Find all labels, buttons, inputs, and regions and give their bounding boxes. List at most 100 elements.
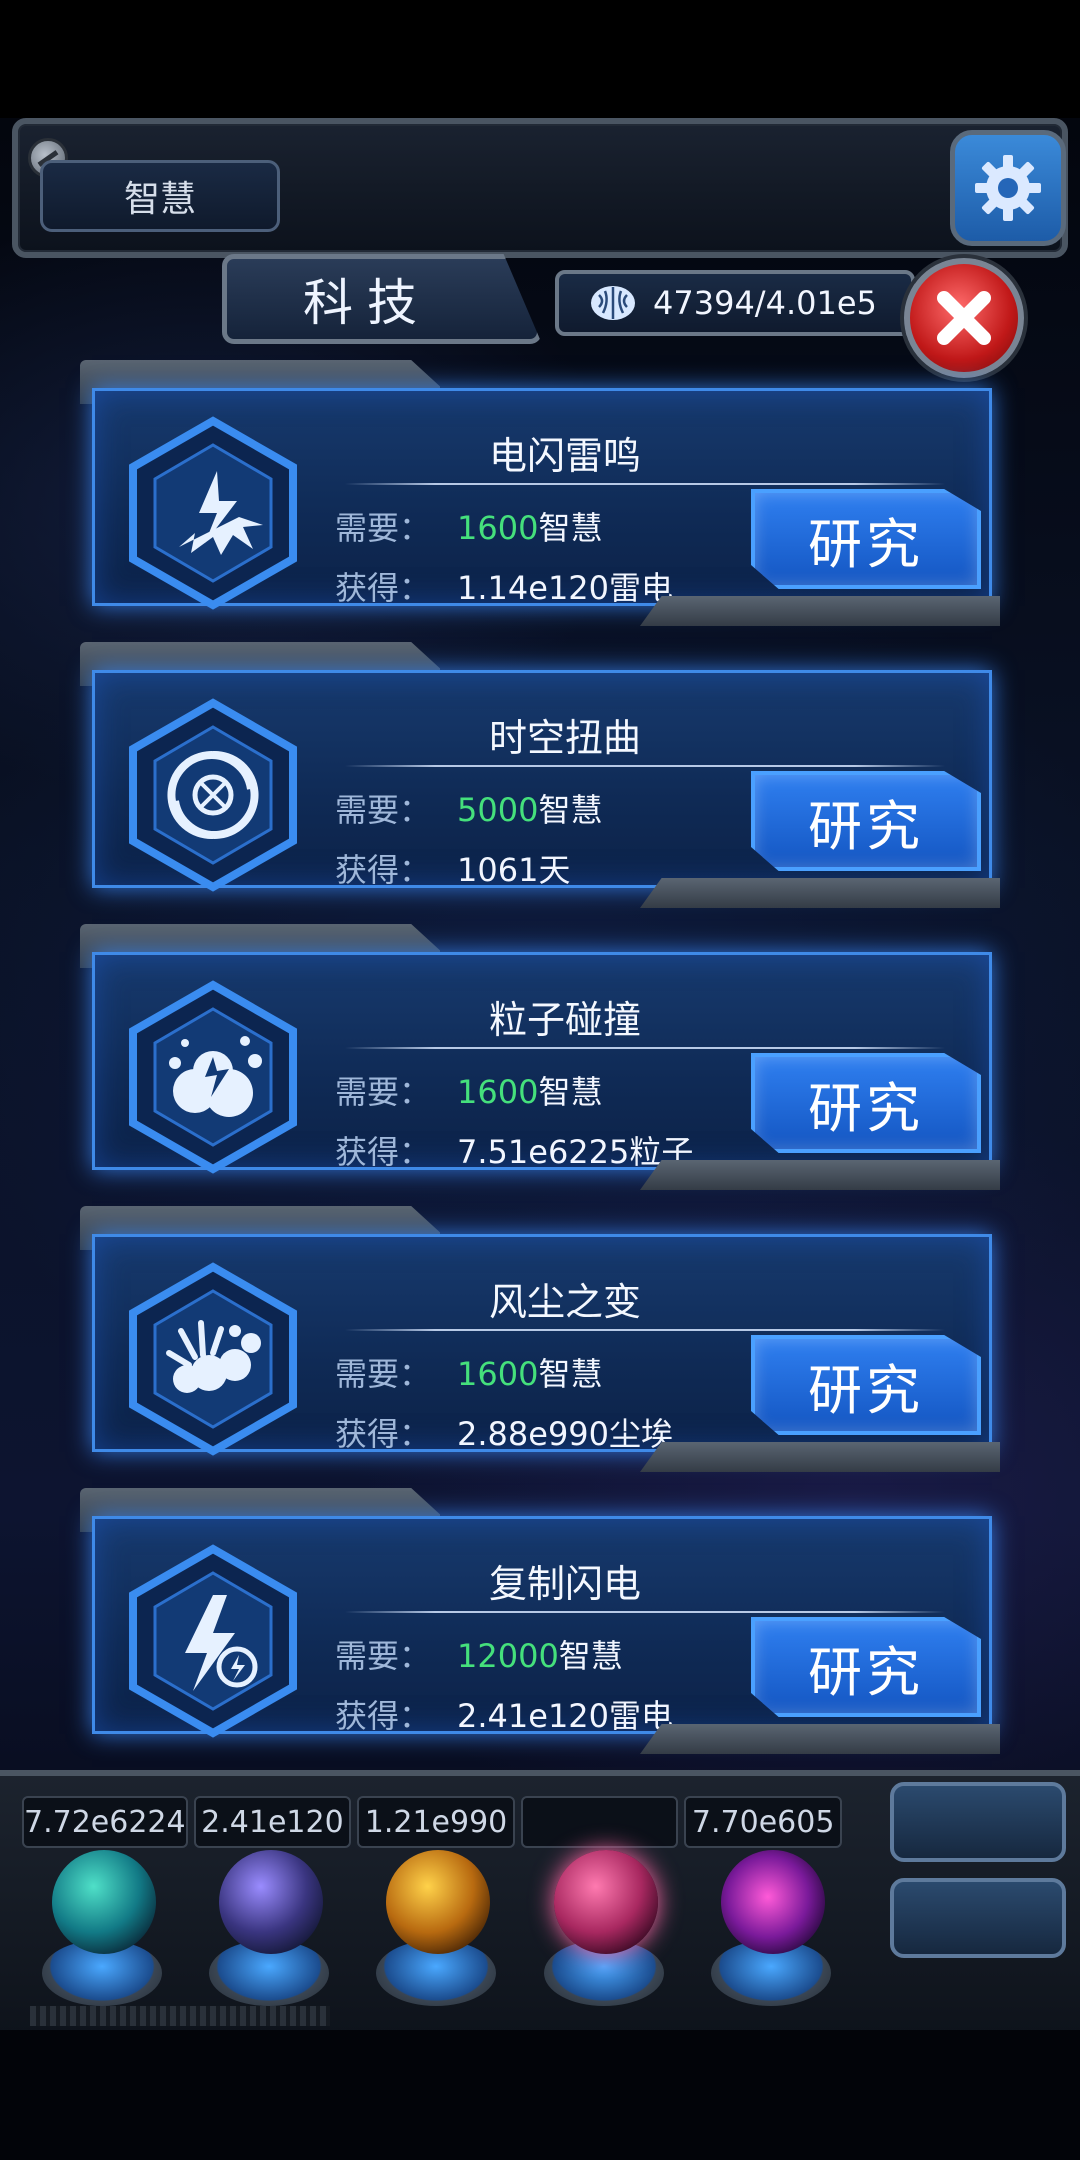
resource-value: 7.72e6224 <box>22 1796 188 1848</box>
research-button[interactable]: 研究 <box>751 771 981 871</box>
reward-value: 1061天 <box>457 851 571 889</box>
reward-row: 获得： 7.51e6225粒子 <box>335 1127 693 1173</box>
card-body: 风尘之变 需要： 1600智慧 获得： 2.88e990尘埃 研究 <box>92 1234 992 1456</box>
cost-unit: 智慧 <box>538 1073 603 1111</box>
card-body: 复制闪电 需要： 12000智慧 获得： 2.41e120雷电 研究 <box>92 1516 992 1738</box>
research-button[interactable]: 研究 <box>751 1335 981 1435</box>
close-icon <box>937 291 991 345</box>
tech-card: 时空扭曲 需要： 5000智慧 获得： 1061天 研究 <box>80 642 1000 908</box>
resource-value: 7.70e605 <box>684 1796 842 1848</box>
tech-name: 粒子碰撞 <box>488 998 641 1042</box>
reward-value: 2.88e990尘埃 <box>457 1415 674 1453</box>
tech-card: 粒子碰撞 需要： 1600智慧 获得： 7.51e6225粒子 研究 <box>80 924 1000 1190</box>
card-foot <box>640 1160 1000 1190</box>
requirement-label: 需要： <box>335 1073 432 1111</box>
reward-label: 获得： <box>335 1697 432 1735</box>
reward-row: 获得： 1061天 <box>335 845 570 891</box>
cost-value: 1600 <box>457 1073 539 1111</box>
cost-value: 1600 <box>457 509 539 547</box>
wisdom-resource-display: 47394/4.01e5 <box>555 270 915 336</box>
brain-icon <box>591 286 635 320</box>
wisdom-tab[interactable]: 智慧 <box>40 160 280 232</box>
dust-orb-slot[interactable] <box>356 1850 517 2020</box>
card-body: 电闪雷鸣 需要： 1600智慧 获得： 1.14e120雷电 研究 <box>92 388 992 610</box>
settings-button[interactable] <box>950 130 1066 246</box>
resource-values: 7.72e6224 2.41e120 1.21e990 7.70e605 <box>22 1796 842 1848</box>
requirement-label: 需要： <box>335 1355 432 1393</box>
cost-unit: 智慧 <box>558 1637 623 1675</box>
tech-name: 时空扭曲 <box>488 716 641 760</box>
title-plate: 科技 <box>222 254 542 344</box>
resource-value <box>520 1796 679 1848</box>
research-button[interactable]: 研究 <box>751 1053 981 1153</box>
reward-label: 获得： <box>335 569 432 607</box>
cost-value: 12000 <box>457 1637 559 1675</box>
neuron-orb-slot[interactable] <box>524 1850 685 2020</box>
card-foot <box>640 596 1000 626</box>
dust-explosion-icon <box>129 1262 297 1456</box>
panel-title: 科技 <box>303 274 431 332</box>
requirement-row: 需要： 5000智慧 <box>335 785 602 831</box>
reward-row: 获得： 2.88e990尘埃 <box>335 1409 673 1455</box>
requirement-label: 需要： <box>335 509 432 547</box>
status-bar-area <box>0 0 1080 118</box>
vortex-icon <box>129 698 297 892</box>
divider <box>345 1329 945 1331</box>
lightning-orb-slot[interactable] <box>189 1850 350 2020</box>
research-button[interactable]: 研究 <box>751 1617 981 1717</box>
reward-label: 获得： <box>335 1415 432 1453</box>
reward-row: 获得： 2.41e120雷电 <box>335 1691 673 1737</box>
requirement-label: 需要： <box>335 1637 432 1675</box>
divider <box>345 765 945 767</box>
divider <box>345 483 945 485</box>
requirement-label: 需要： <box>335 791 432 829</box>
particle-collision-icon <box>129 980 297 1174</box>
requirement-row: 需要： 12000智慧 <box>335 1631 623 1677</box>
research-button[interactable]: 研究 <box>751 489 981 589</box>
lightning-burst-icon <box>129 416 297 610</box>
reward-row: 获得： 1.14e120雷电 <box>335 563 673 609</box>
tech-name: 复制闪电 <box>488 1562 641 1606</box>
card-foot <box>640 878 1000 908</box>
cost-unit: 智慧 <box>538 1355 603 1393</box>
cost-unit: 智慧 <box>538 791 603 829</box>
gear-icon <box>975 155 1041 221</box>
cost-value: 5000 <box>457 791 539 829</box>
resource-value: 1.21e990 <box>357 1796 515 1848</box>
card-foot <box>640 1724 1000 1754</box>
leaderboard-button[interactable] <box>890 1878 1066 1958</box>
vortex-orb-icon <box>720 1850 825 1954</box>
reward-label: 获得： <box>335 1133 432 1171</box>
card-body: 时空扭曲 需要： 5000智慧 获得： 1061天 研究 <box>92 670 992 892</box>
tech-card: 复制闪电 需要： 12000智慧 获得： 2.41e120雷电 研究 <box>80 1488 1000 1754</box>
resource-value: 2.41e120 <box>193 1796 352 1848</box>
particle-orb-icon <box>52 1850 156 1954</box>
cost-value: 1600 <box>457 1355 539 1393</box>
card-foot <box>640 1442 1000 1472</box>
copy-lightning-icon <box>129 1544 297 1738</box>
tech-card: 风尘之变 需要： 1600智慧 获得： 2.88e990尘埃 研究 <box>80 1206 1000 1472</box>
tech-card: 电闪雷鸣 需要： 1600智慧 获得： 1.14e120雷电 研究 <box>80 360 1000 626</box>
requirement-row: 需要： 1600智慧 <box>335 1067 602 1113</box>
dust-orb-icon <box>386 1850 491 1954</box>
cost-unit: 智慧 <box>538 509 603 547</box>
particle-orb-slot[interactable] <box>22 1850 183 2020</box>
bottom-edge <box>0 2030 1080 2160</box>
vortex-orb-slot[interactable] <box>691 1850 852 2020</box>
divider <box>345 1611 945 1613</box>
lightning-orb-icon <box>219 1850 324 1954</box>
reward-value: 1.14e120雷电 <box>457 569 674 607</box>
card-body: 粒子碰撞 需要： 1600智慧 获得： 7.51e6225粒子 研究 <box>92 952 992 1174</box>
vent-grille <box>30 2006 330 2026</box>
achievement-button[interactable] <box>890 1782 1066 1862</box>
requirement-row: 需要： 1600智慧 <box>335 503 602 549</box>
tech-name: 电闪雷鸣 <box>488 434 641 478</box>
divider <box>345 1047 945 1049</box>
requirement-row: 需要： 1600智慧 <box>335 1349 602 1395</box>
wisdom-tab-label: 智慧 <box>123 179 196 220</box>
reward-label: 获得： <box>335 851 432 889</box>
resource-orbs <box>22 1850 852 2020</box>
neuron-orb-icon <box>553 1850 658 1954</box>
wisdom-resource-value: 47394/4.01e5 <box>653 284 877 322</box>
reward-value: 2.41e120雷电 <box>457 1697 674 1735</box>
